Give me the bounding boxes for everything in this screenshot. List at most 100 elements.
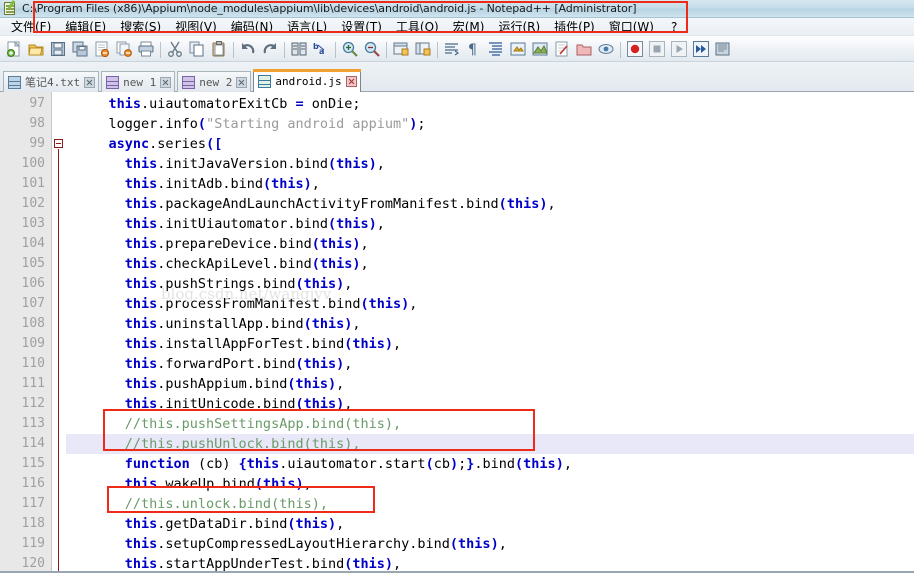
code-line[interactable]: this.checkApiLevel.bind(this), bbox=[66, 254, 914, 274]
menu-item-settings[interactable]: 设置(T) bbox=[334, 18, 389, 36]
replace-icon[interactable]: ba bbox=[310, 38, 332, 60]
code-line[interactable]: this.initUnicode.bind(this), bbox=[66, 394, 914, 414]
code-token: this bbox=[458, 536, 491, 552]
tab-new-2[interactable]: new 2 bbox=[177, 71, 252, 92]
fold-collapse-icon[interactable] bbox=[54, 139, 63, 148]
code-token: .initAdb.bind bbox=[157, 176, 263, 192]
code-token: .pushStrings.bind bbox=[157, 276, 296, 292]
code-folding-margin[interactable] bbox=[52, 92, 66, 573]
code-token: ) bbox=[449, 456, 459, 472]
new-file-icon[interactable] bbox=[3, 38, 25, 60]
code-token: ( bbox=[295, 276, 304, 292]
menu-item-search[interactable]: 搜索(S) bbox=[113, 18, 168, 36]
code-token: , bbox=[311, 176, 320, 192]
doc-map-icon[interactable] bbox=[529, 38, 551, 60]
code-line[interactable]: //this.pushUnlock.bind(this), bbox=[66, 434, 914, 454]
record-macro-icon[interactable] bbox=[624, 38, 646, 60]
show-all-chars-icon[interactable]: ¶ bbox=[463, 38, 485, 60]
code-line[interactable]: async.series([ bbox=[66, 134, 914, 154]
code-token: this bbox=[124, 156, 158, 172]
code-line[interactable]: this.initJavaVersion.bind(this), bbox=[66, 154, 914, 174]
code-token: cb bbox=[433, 456, 450, 472]
code-token: async bbox=[108, 136, 150, 152]
code-text-area[interactable]: blog.csdn.net/wangjvv this.uiautomatorEx… bbox=[66, 92, 914, 573]
word-wrap-icon[interactable] bbox=[441, 38, 463, 60]
line-number: 105 bbox=[21, 256, 45, 271]
sync-vertical-icon[interactable] bbox=[390, 38, 412, 60]
code-line[interactable]: this.wakeUp.bind(this), bbox=[66, 474, 914, 494]
code-line[interactable]: this.getDataDir.bind(this), bbox=[66, 514, 914, 534]
menu-item-help[interactable]: ? bbox=[661, 18, 687, 36]
code-token: this bbox=[124, 176, 158, 192]
save-all-icon[interactable] bbox=[69, 38, 91, 60]
code-line[interactable]: this.processFromManifest.bind(this), bbox=[66, 294, 914, 314]
save-macro-icon[interactable] bbox=[712, 38, 734, 60]
menu-item-tools[interactable]: 工具(O) bbox=[389, 18, 446, 36]
cut-icon[interactable] bbox=[164, 38, 186, 60]
save-icon[interactable] bbox=[47, 38, 69, 60]
code-line[interactable]: logger.info("Starting android appium"); bbox=[66, 114, 914, 134]
code-line[interactable]: //this.pushSettingsApp.bind(this), bbox=[66, 414, 914, 434]
menu-item-view[interactable]: 视图(V) bbox=[168, 18, 224, 36]
zoom-in-icon[interactable] bbox=[339, 38, 361, 60]
function-list-icon[interactable] bbox=[551, 38, 573, 60]
code-line[interactable]: this.uninstallApp.bind(this), bbox=[66, 314, 914, 334]
user-language-icon[interactable] bbox=[507, 38, 529, 60]
code-line[interactable]: this.uiautomatorExitCb = onDie; bbox=[66, 94, 914, 114]
code-token: ( bbox=[311, 256, 320, 272]
menu-bar[interactable]: 文件(F) 编辑(E) 搜索(S) 视图(V) 编码(N) 语言(L) 设置(T… bbox=[0, 18, 914, 36]
menu-item-edit[interactable]: 编辑(E) bbox=[58, 18, 113, 36]
code-line[interactable]: this.initUiautomator.bind(this), bbox=[66, 214, 914, 234]
code-line[interactable]: this.forwardPort.bind(this), bbox=[66, 354, 914, 374]
code-line[interactable]: //this.unlock.bind(this), bbox=[66, 494, 914, 514]
code-line[interactable]: this.prepareDevice.bind(this), bbox=[66, 234, 914, 254]
menu-item-macro[interactable]: 宏(M) bbox=[446, 18, 492, 36]
code-token: this bbox=[336, 156, 369, 172]
menu-item-plugins[interactable]: 插件(P) bbox=[547, 18, 602, 36]
code-line[interactable]: this.initAdb.bind(this), bbox=[66, 174, 914, 194]
monitoring-icon[interactable] bbox=[595, 38, 617, 60]
open-file-icon[interactable] bbox=[25, 38, 47, 60]
paste-icon[interactable] bbox=[208, 38, 230, 60]
code-token: .uiautomator.start bbox=[279, 456, 426, 472]
play-macro-icon[interactable] bbox=[668, 38, 690, 60]
menu-item-run[interactable]: 运行(R) bbox=[491, 18, 547, 36]
redo-icon[interactable] bbox=[259, 38, 281, 60]
code-token: this bbox=[108, 96, 142, 112]
close-file-icon[interactable] bbox=[91, 38, 113, 60]
code-token: , bbox=[344, 356, 353, 372]
code-token: .pushAppium.bind bbox=[157, 376, 288, 392]
menu-item-language[interactable]: 语言(L) bbox=[280, 18, 334, 36]
indent-guide-icon[interactable] bbox=[485, 38, 507, 60]
tab-android-js[interactable]: android.js bbox=[253, 69, 361, 92]
close-icon[interactable] bbox=[345, 75, 357, 87]
close-icon[interactable] bbox=[236, 76, 248, 88]
code-line[interactable]: this.pushStrings.bind(this), bbox=[66, 274, 914, 294]
code-line[interactable]: this.pushAppium.bind(this), bbox=[66, 374, 914, 394]
play-multiple-macro-icon[interactable] bbox=[690, 38, 712, 60]
find-icon[interactable] bbox=[288, 38, 310, 60]
sync-horizontal-icon[interactable] bbox=[412, 38, 434, 60]
undo-icon[interactable] bbox=[237, 38, 259, 60]
close-all-icon[interactable] bbox=[113, 38, 135, 60]
code-editor[interactable]: 97 98 99 100 101 102 103 104 105 106 107 108 109 110 1… bbox=[0, 92, 914, 573]
folder-as-workspace-icon[interactable] bbox=[573, 38, 595, 60]
code-line[interactable]: function (cb) {this.uiautomator.start(cb… bbox=[66, 454, 914, 474]
close-icon[interactable] bbox=[84, 76, 96, 88]
tab-new-1[interactable]: new 1 bbox=[101, 71, 176, 92]
stop-macro-icon[interactable] bbox=[646, 38, 668, 60]
code-line[interactable]: this.setupCompressedLayoutHierarchy.bind… bbox=[66, 534, 914, 554]
menu-item-window[interactable]: 窗口(W) bbox=[602, 18, 661, 36]
menu-item-file[interactable]: 文件(F) bbox=[4, 18, 58, 36]
zoom-out-icon[interactable] bbox=[361, 38, 383, 60]
print-icon[interactable] bbox=[135, 38, 157, 60]
code-line[interactable]: this.installAppForTest.bind(this), bbox=[66, 334, 914, 354]
copy-icon[interactable] bbox=[186, 38, 208, 60]
close-icon[interactable] bbox=[160, 76, 172, 88]
tab-notes4-txt[interactable]: 笔记4.txt bbox=[3, 71, 100, 92]
code-line[interactable]: this.packageAndLaunchActivityFromManifes… bbox=[66, 194, 914, 214]
menu-item-encoding[interactable]: 编码(N) bbox=[224, 18, 280, 36]
